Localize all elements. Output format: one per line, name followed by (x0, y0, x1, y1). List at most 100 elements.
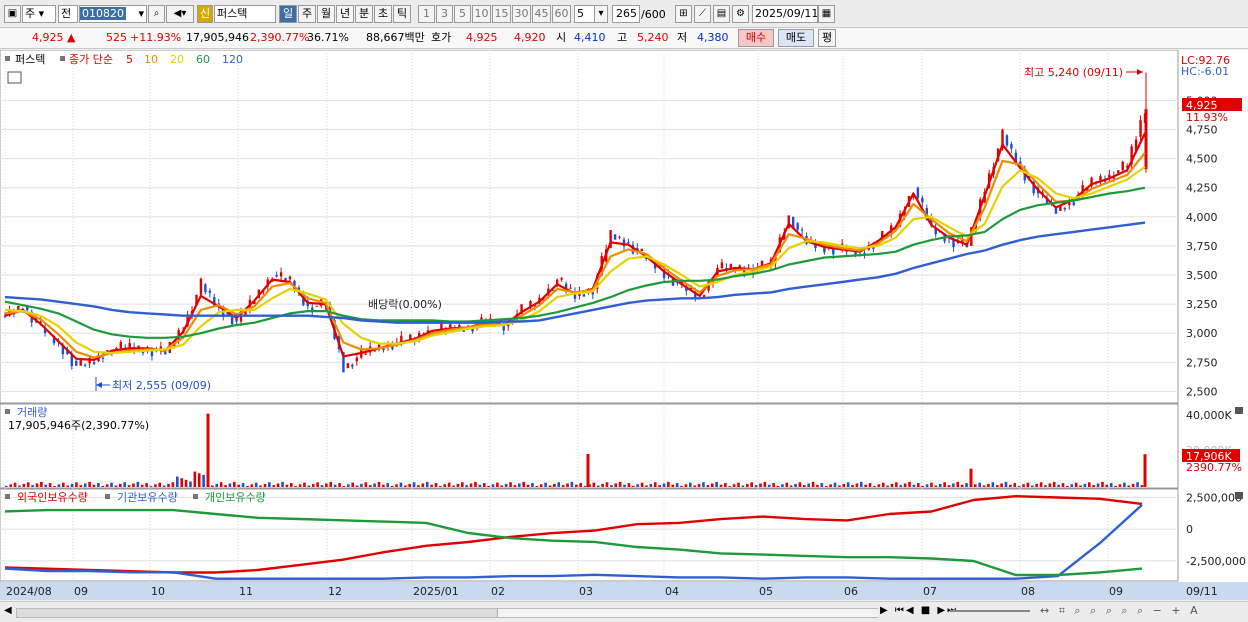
buy-button[interactable]: 매수 (738, 29, 774, 47)
x-tick-label: 10 (151, 585, 165, 598)
chart-svg[interactable]: 2024/08 09 10 11 12 2025/01 02 03 04 05 06 07 08 09 09… (0, 49, 1248, 600)
interval-15-button[interactable]: 15 (492, 5, 511, 23)
period-4-button[interactable]: 분 (355, 5, 373, 23)
volume-bar (702, 482, 705, 487)
candle-body (1063, 208, 1067, 210)
volume-bar (737, 482, 740, 487)
interval-45-button[interactable]: 45 (532, 5, 551, 23)
volume-bar (1004, 481, 1008, 487)
candle-body (921, 197, 924, 203)
volume-bar (83, 483, 87, 487)
volume-bar (710, 483, 714, 487)
count-input[interactable]: 265 (612, 5, 640, 23)
volume-bar (31, 485, 34, 487)
interval-dropdown-icon[interactable]: ▾ (594, 5, 608, 23)
legend-ma-10: 10 (144, 53, 158, 66)
volume-bar (653, 482, 657, 487)
candle-body (1072, 202, 1075, 205)
volume-bar (13, 482, 17, 487)
price-tick-label: 3,250 (1186, 298, 1218, 311)
volume-bar (903, 483, 907, 487)
volume-bar (513, 485, 517, 487)
save-icon[interactable]: ▤ (713, 5, 730, 23)
price-tick-label: 2,500 (1186, 385, 1218, 398)
volume-bar (386, 483, 390, 487)
period-5-button[interactable]: 초 (374, 5, 392, 23)
volume-bar (675, 483, 679, 487)
stock-name-field[interactable]: 퍼스텍 (214, 5, 276, 23)
scroll-left-icon[interactable]: ◀ (4, 605, 12, 616)
interval-30-button[interactable]: 30 (512, 5, 531, 23)
interval-1-button[interactable]: 1 (418, 5, 435, 23)
volume-bar (351, 482, 354, 487)
candle-body (199, 278, 203, 295)
volume-bar (596, 485, 600, 487)
volume-bar (1009, 484, 1012, 487)
code-input[interactable]: 010820 ▾ (79, 5, 147, 23)
volume-bar (9, 484, 12, 487)
eval-button[interactable]: 평 (818, 29, 836, 47)
volume-bar (890, 483, 894, 487)
window-icon[interactable]: ▣ (4, 5, 21, 23)
price-tick-label: 4,250 (1186, 182, 1218, 195)
interval-3-button[interactable]: 3 (436, 5, 453, 23)
volume-square-icon (5, 409, 10, 414)
scrollbar-track[interactable] (16, 608, 878, 618)
date-input[interactable]: 2025/09/11 (752, 5, 818, 23)
volume-bar (824, 485, 828, 487)
period-3-button[interactable]: 년 (336, 5, 354, 23)
price-value: 4,925 (32, 31, 64, 44)
interval-10-button[interactable]: 10 (472, 5, 491, 23)
low-arrow-head (96, 381, 102, 388)
x-tick-label: 09 (74, 585, 88, 598)
volume-bar (912, 484, 916, 487)
search-icon[interactable]: ⌕ (148, 5, 165, 23)
period-0-button[interactable]: 일 (279, 5, 297, 23)
period-2-button[interactable]: 월 (317, 5, 335, 23)
volume-bar (342, 485, 346, 487)
x-tick-label: 02 (491, 585, 505, 598)
draw-tool-icon[interactable]: ⟋ (694, 5, 711, 23)
volume-bar (145, 483, 148, 487)
toolbar: ▣ 주 ▾ 전 010820 ▾ ⌕ ◀▾ 신 퍼스텍 일주월년분초틱 1 3 5 10… (0, 0, 1248, 28)
candle-body (208, 290, 212, 293)
nav-buttons-icon[interactable]: ▶ ⏮◀ ■ ▶⏭ (880, 605, 958, 616)
sell-button[interactable]: 매도 (778, 29, 814, 47)
calendar-icon[interactable]: ▦ (818, 5, 835, 23)
interval-5-button[interactable]: 5 (454, 5, 471, 23)
holding-close-icon (1235, 492, 1243, 499)
volume-bars (5, 413, 1147, 487)
period-1-button[interactable]: 주 (298, 5, 316, 23)
x-tick-label: 2024/08 (6, 585, 52, 598)
volume-bar (105, 484, 109, 487)
volume-bar (176, 476, 179, 487)
scrollbar-thumb[interactable] (497, 609, 878, 617)
volume-bar (627, 483, 631, 487)
volume-info: 17,905,946주(2,390.77%) (8, 419, 149, 432)
interval-60-button[interactable]: 60 (552, 5, 571, 23)
volume-bar (171, 482, 175, 487)
gear-icon[interactable]: ⚙ (732, 5, 749, 23)
volume-bar (978, 482, 981, 487)
price-tick-label: 2,750 (1186, 356, 1218, 369)
volume-bar (97, 483, 100, 487)
mode-select[interactable]: 전 (58, 5, 78, 23)
zoom-slider[interactable] (950, 610, 1030, 612)
volume-bar (329, 481, 333, 487)
market-select[interactable]: 주 ▾ (22, 5, 56, 23)
volume-bar (316, 482, 319, 487)
legend-square-icon (60, 56, 65, 61)
volume-bar (1118, 484, 1122, 487)
volume-bar (268, 482, 271, 487)
volume-bar (408, 483, 411, 487)
volume-bar (250, 484, 254, 487)
candle-body (119, 342, 122, 349)
prev-next-icon[interactable]: ◀▾ (166, 5, 194, 23)
volume-bar (127, 485, 131, 487)
volume-bar (693, 485, 696, 487)
chart-area[interactable]: 2024/08 09 10 11 12 2025/01 02 03 04 05 06 07 08 09 09… (0, 49, 1248, 600)
period-6-button[interactable]: 틱 (393, 5, 411, 23)
candle-body (164, 352, 167, 355)
zoom-icon[interactable]: ⊞ (675, 5, 692, 23)
tool-icons[interactable]: ↔ ⌗ ⌕ ⌕ ⌕ ⌕ ⌕ − + A (1040, 604, 1201, 618)
